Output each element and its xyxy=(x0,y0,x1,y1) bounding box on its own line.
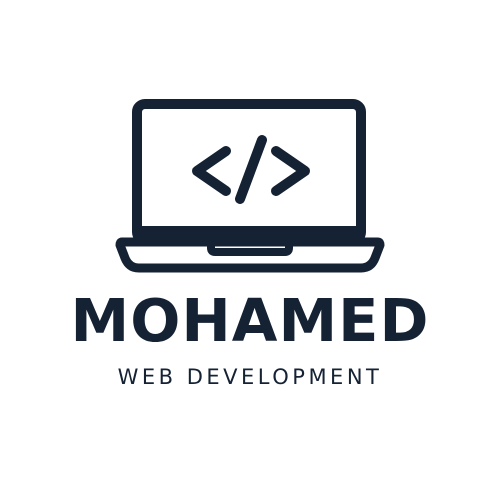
brand-tagline: WEB DEVELOPMENT xyxy=(117,365,383,389)
code-brackets-icon xyxy=(192,135,310,204)
logo-canvas: MOHAMED WEB DEVELOPMENT xyxy=(0,0,500,500)
laptop-code-icon xyxy=(115,99,385,273)
brand-name: MOHAMED xyxy=(70,286,430,355)
laptop-base-icon xyxy=(115,237,385,273)
